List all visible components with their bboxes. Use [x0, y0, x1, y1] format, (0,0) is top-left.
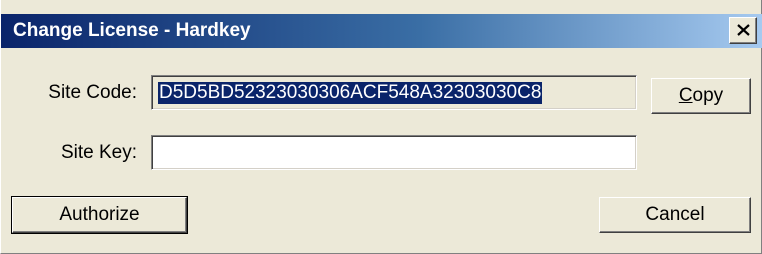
title-bar[interactable]: Change License - Hardkey [1, 14, 762, 48]
close-icon [737, 24, 750, 36]
window-title: Change License - Hardkey [13, 20, 251, 41]
site-code-value: D5D5BD52323030306ACF548A32303030C8 [158, 82, 543, 104]
change-license-dialog: Change License - Hardkey Site Code: D5D5… [0, 0, 762, 254]
site-key-input[interactable] [151, 135, 637, 170]
site-key-label: Site Key: [60, 142, 137, 163]
cancel-label: Cancel [645, 204, 705, 225]
authorize-button[interactable]: Authorize [11, 196, 188, 234]
cancel-button[interactable]: Cancel [599, 197, 751, 233]
authorize-label: Authorize [59, 204, 140, 225]
copy-mnemonic: C [678, 85, 693, 106]
close-button[interactable] [729, 17, 757, 44]
copy-label-rest: opy [692, 85, 724, 106]
copy-button[interactable]: Copy [651, 78, 751, 114]
site-code-field[interactable]: D5D5BD52323030306ACF548A32303030C8 [151, 75, 637, 110]
site-code-label: Site Code: [48, 82, 137, 103]
